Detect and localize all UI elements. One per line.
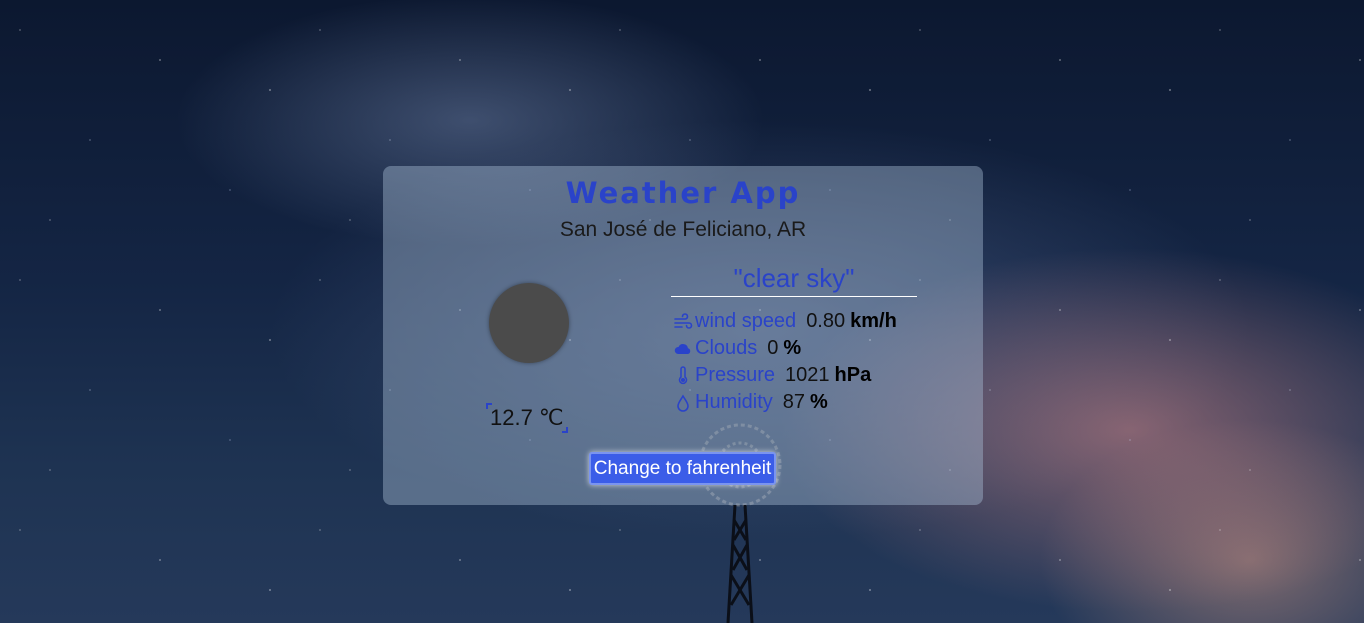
detail-label: wind speed: [695, 310, 797, 332]
weather-card: Weather App San José de Feliciano, AR 12…: [383, 166, 983, 505]
detail-unit: km/h: [850, 310, 897, 332]
temperature-readout: 12.7 ℃: [486, 403, 568, 433]
focus-corner-icon: [561, 427, 568, 433]
detail-unit: %: [783, 337, 802, 359]
detail-value: 87: [782, 391, 806, 413]
thermometer-icon: [678, 365, 688, 384]
focus-corner-icon: [486, 403, 492, 409]
detail-value: 1021: [785, 364, 830, 386]
detail-row-humidity: Humidity 87 %: [673, 389, 897, 416]
temperature-value: 12.7 ℃: [490, 405, 564, 430]
detail-unit: %: [810, 391, 828, 413]
detail-label: Pressure: [695, 364, 776, 386]
app-title: Weather App: [565, 176, 801, 210]
detail-label: Clouds: [695, 337, 758, 359]
clear-sky-moon-icon: [489, 283, 569, 363]
location-name: San José de Feliciano, AR: [559, 218, 807, 241]
droplet-icon: [677, 393, 689, 412]
weather-details-list: wind speed 0.80 km/h Clouds 0 % Pressure…: [673, 308, 897, 416]
wind-icon: [674, 312, 693, 329]
detail-row-wind-speed: wind speed 0.80 km/h: [673, 308, 897, 335]
cloud-icon: [674, 343, 691, 354]
detail-value: 0: [767, 337, 779, 359]
change-to-fahrenheit-button[interactable]: Change to fahrenheit: [589, 452, 776, 485]
detail-value: 0.80: [806, 310, 846, 332]
detail-row-pressure: Pressure 1021 hPa: [673, 362, 897, 389]
detail-row-clouds: Clouds 0 %: [673, 335, 897, 362]
detail-label: Humidity: [695, 391, 773, 413]
weather-description: "clear sky": [671, 263, 917, 297]
detail-unit: hPa: [834, 364, 872, 386]
